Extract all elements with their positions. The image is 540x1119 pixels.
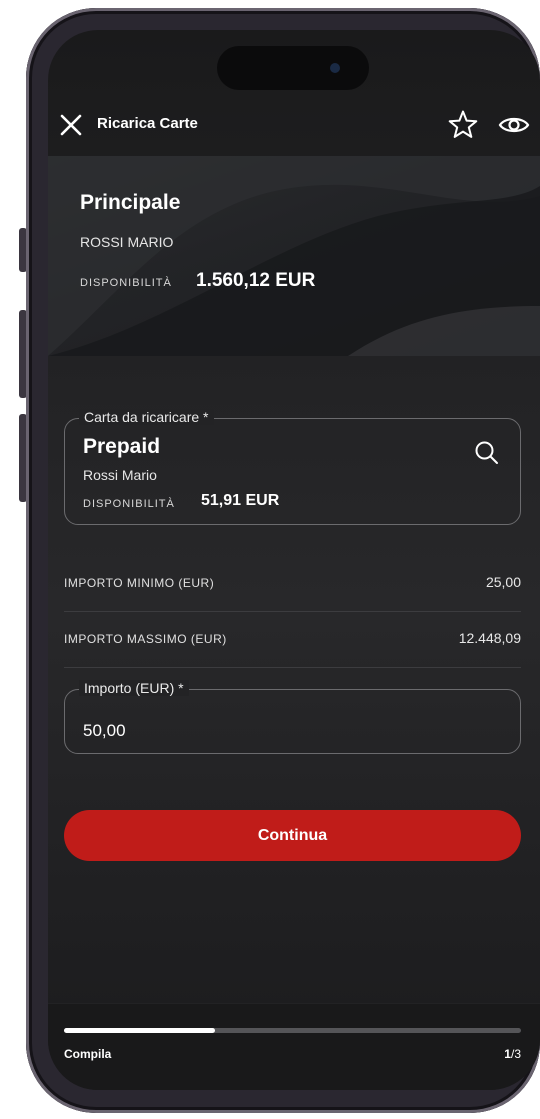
account-availability-label: DISPONIBILITÀ [80, 277, 172, 289]
card-availability-value: 51,91 EUR [201, 492, 280, 509]
app-screen: Ricarica Carte Principale ROSSI MARIO DI… [48, 30, 540, 1090]
top-bar: Ricarica Carte [48, 108, 540, 142]
card-select-field[interactable]: Carta da ricaricare * Prepaid Rossi Mari… [64, 409, 521, 525]
step-name: Compila [64, 1047, 112, 1061]
search-icon[interactable] [473, 439, 501, 467]
account-holder: ROSSI MARIO [80, 234, 174, 250]
max-amount-row: IMPORTO MASSIMO (EUR) 12.448,09 [64, 612, 521, 668]
max-amount-label: IMPORTO MASSIMO (EUR) [64, 632, 227, 646]
progress-footer: Compila 1/3 [48, 1003, 540, 1090]
star-outline-icon[interactable] [446, 108, 480, 142]
amount-input[interactable] [65, 690, 520, 753]
amount-field: Importo (EUR) * [64, 680, 521, 754]
step-counter: 1/3 [504, 1047, 521, 1061]
card-holder: Rossi Mario [83, 467, 157, 483]
progress-fill [64, 1028, 215, 1033]
progress-track [64, 1028, 521, 1033]
card-field-label: Carta da ricaricare * [79, 409, 214, 425]
max-amount-value: 12.448,09 [458, 630, 521, 646]
min-amount-row: IMPORTO MINIMO (EUR) 25,00 [64, 556, 521, 612]
current-step: 1 [504, 1047, 511, 1061]
card-name: Prepaid [83, 435, 161, 458]
total-steps: /3 [510, 1047, 521, 1061]
account-name: Principale [80, 191, 181, 214]
min-amount-value: 25,00 [485, 574, 521, 590]
continue-button[interactable]: Continua [64, 810, 521, 861]
min-amount-label: IMPORTO MINIMO (EUR) [64, 576, 215, 590]
camera-dot [330, 63, 340, 73]
close-icon[interactable] [56, 110, 86, 140]
card-availability-label: DISPONIBILITÀ [83, 498, 175, 510]
eye-icon[interactable] [496, 108, 532, 142]
page-title: Ricarica Carte [97, 115, 198, 132]
dynamic-island [217, 46, 369, 90]
account-availability-value: 1.560,12 EUR [196, 270, 316, 291]
card-background-wave [48, 156, 540, 356]
source-account-card: Principale ROSSI MARIO DISPONIBILITÀ 1.5… [48, 156, 540, 356]
